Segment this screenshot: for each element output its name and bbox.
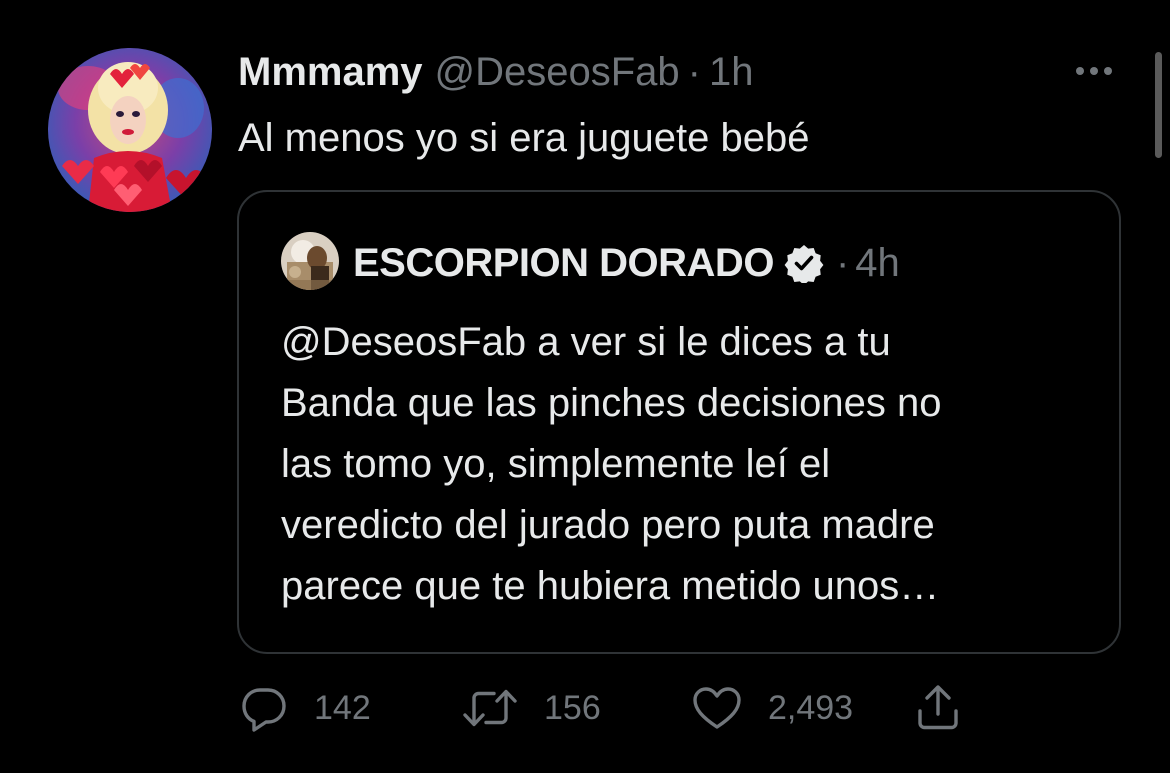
quoted-separator-dot: ·	[835, 241, 850, 285]
retweet-count: 156	[544, 688, 601, 727]
quoted-text-line: @DeseosFab a ver si le dices a tu	[281, 320, 891, 364]
retweet-icon	[463, 689, 517, 727]
quoted-text-line: veredicto del jurado pero puta madre	[281, 503, 935, 547]
share-button[interactable]	[914, 680, 962, 736]
quoted-author-display-name: ESCORPION DORADO	[353, 241, 774, 285]
separator-dot: ·	[687, 50, 701, 94]
tweet-header: Mmmamy @DeseosFab · 1h	[238, 46, 754, 98]
author-handle[interactable]: @DeseosFab	[435, 46, 680, 98]
quoted-text-line: las tomo yo, simplemente leí el	[281, 442, 831, 486]
quoted-text-line: Banda que las pinches decisiones no	[281, 381, 942, 425]
quoted-author-avatar	[281, 232, 339, 290]
more-options-icon	[1076, 67, 1112, 75]
quoted-avatar-image	[281, 232, 339, 290]
heart-icon	[693, 687, 741, 729]
reply-count: 142	[314, 688, 371, 727]
author-display-name[interactable]: Mmmamy	[238, 46, 423, 98]
tweet-timestamp[interactable]: 1h	[709, 46, 754, 98]
avatar-image	[48, 48, 212, 212]
reply-icon	[242, 688, 286, 732]
tweet: Mmmamy @DeseosFab · 1h Al menos yo si er…	[0, 0, 1170, 773]
retweet-button[interactable]: 156	[462, 680, 601, 736]
more-options-button[interactable]	[1064, 56, 1124, 86]
author-avatar[interactable]	[48, 48, 212, 212]
tweet-text: Al menos yo si era juguete bebé	[238, 116, 810, 160]
like-button[interactable]: 2,493	[692, 680, 853, 736]
share-icon	[918, 685, 958, 730]
quoted-tweet-card[interactable]: ESCORPION DORADO · 4h @DeseosFab a ver s…	[237, 190, 1121, 654]
quoted-text-line: parece que te hubiera metido unos…	[281, 564, 940, 608]
quoted-tweet-text: @DeseosFab a ver si le dices a tu Banda …	[281, 312, 1101, 617]
verified-badge-icon	[784, 245, 824, 283]
quoted-tweet-header: ESCORPION DORADO · 4h	[353, 238, 900, 288]
like-count: 2,493	[768, 688, 854, 727]
scrollbar-thumb[interactable]	[1155, 52, 1162, 158]
reply-button[interactable]: 142	[240, 680, 371, 736]
quoted-tweet-timestamp: 4h	[855, 241, 900, 285]
